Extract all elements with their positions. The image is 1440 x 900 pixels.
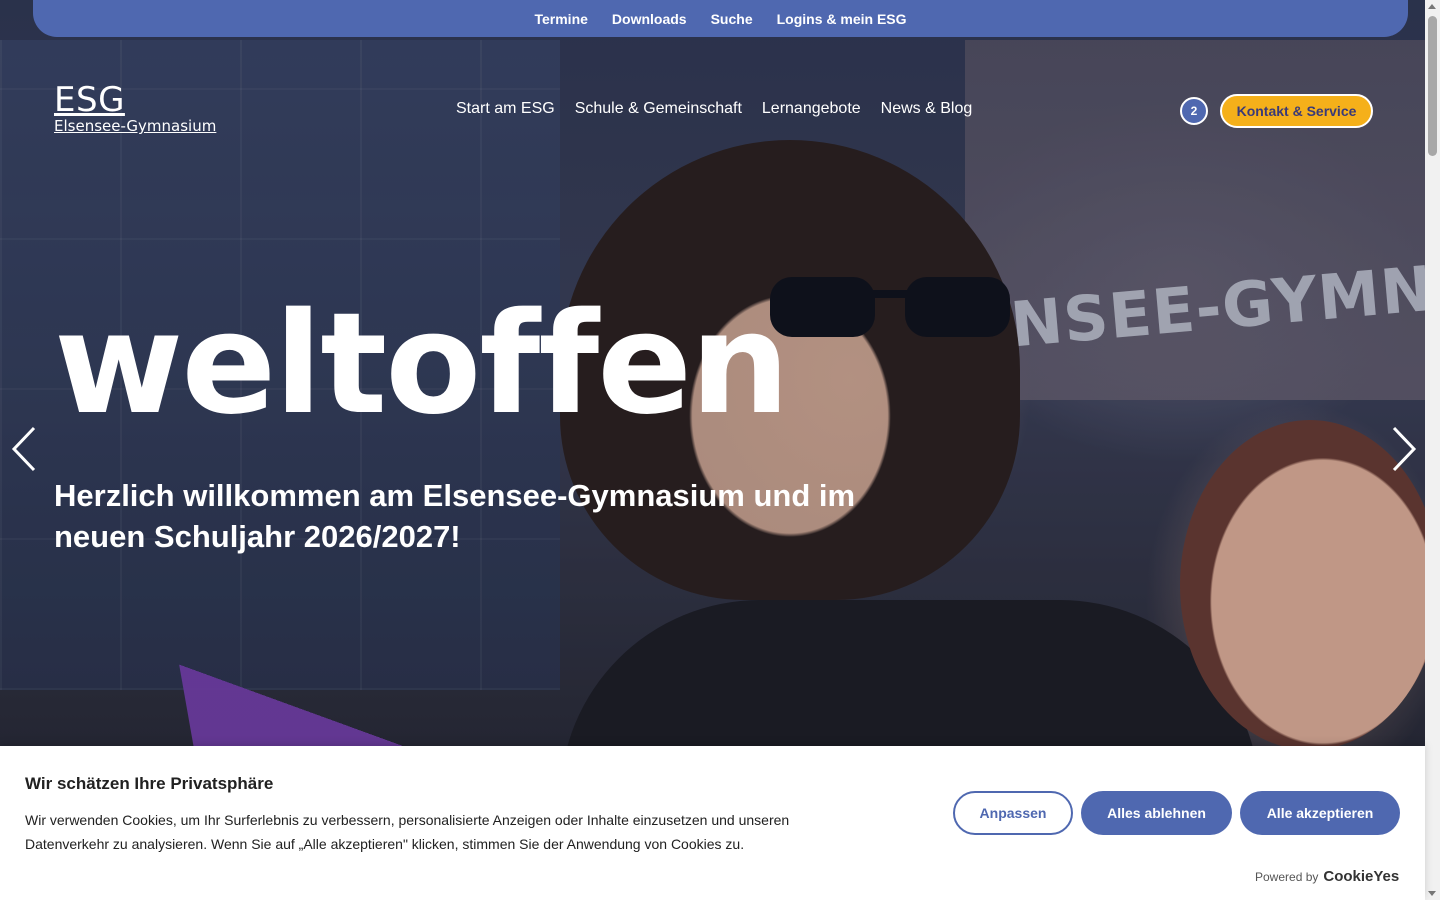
utility-bar: Termine Downloads Suche Logins & mein ES… <box>33 0 1408 37</box>
hero-subtitle: Herzlich willkommen am Elsensee-Gymnasiu… <box>54 478 856 554</box>
cookie-banner: Wir schätzen Ihre Privatsphäre Wir verwe… <box>0 746 1425 900</box>
cookieyes-logo[interactable]: CookieYes <box>1323 868 1399 885</box>
utility-link-termine[interactable]: Termine <box>534 11 587 27</box>
main-navigation: Start am ESG Schule & Gemeinschaft Lerna… <box>456 100 972 118</box>
hero-title: weltoffen <box>54 283 790 446</box>
utility-link-suche[interactable]: Suche <box>711 11 753 27</box>
cookie-accept-button[interactable]: Alle akzeptieren <box>1240 791 1400 835</box>
cookie-text: Wir verwenden Cookies, um Ihr Surferlebn… <box>25 812 790 852</box>
logo-full-name: Elsensee-Gymnasium <box>54 117 217 135</box>
nav-item-start[interactable]: Start am ESG <box>456 100 555 118</box>
nav-item-news[interactable]: News & Blog <box>881 100 973 118</box>
notification-badge[interactable]: 2 <box>1180 97 1208 125</box>
scroll-down-icon[interactable] <box>1428 891 1436 896</box>
utility-link-logins[interactable]: Logins & mein ESG <box>777 11 907 27</box>
chevron-right-icon[interactable] <box>1388 424 1418 474</box>
logo-abbreviation: ESG <box>54 80 125 120</box>
page-scrollbar[interactable] <box>1425 0 1440 900</box>
contact-service-button[interactable]: Kontakt & Service <box>1220 94 1373 128</box>
site-logo[interactable]: ESG Elsensee-Gymnasium <box>54 80 217 136</box>
scrollbar-thumb[interactable] <box>1428 16 1437 156</box>
cookie-customize-button[interactable]: Anpassen <box>953 791 1073 835</box>
cookie-reject-button[interactable]: Alles ablehnen <box>1081 791 1232 835</box>
nav-item-lernangebote[interactable]: Lernangebote <box>762 100 861 118</box>
utility-link-downloads[interactable]: Downloads <box>612 11 687 27</box>
nav-item-schule[interactable]: Schule & Gemeinschaft <box>575 100 742 118</box>
powered-by-label: Powered by <box>1255 870 1319 884</box>
scroll-up-icon[interactable] <box>1428 4 1436 9</box>
cookie-title: Wir schätzen Ihre Privatsphäre <box>25 774 274 793</box>
powered-by: Powered by CookieYes <box>1255 868 1399 885</box>
chevron-left-icon[interactable] <box>10 424 40 474</box>
